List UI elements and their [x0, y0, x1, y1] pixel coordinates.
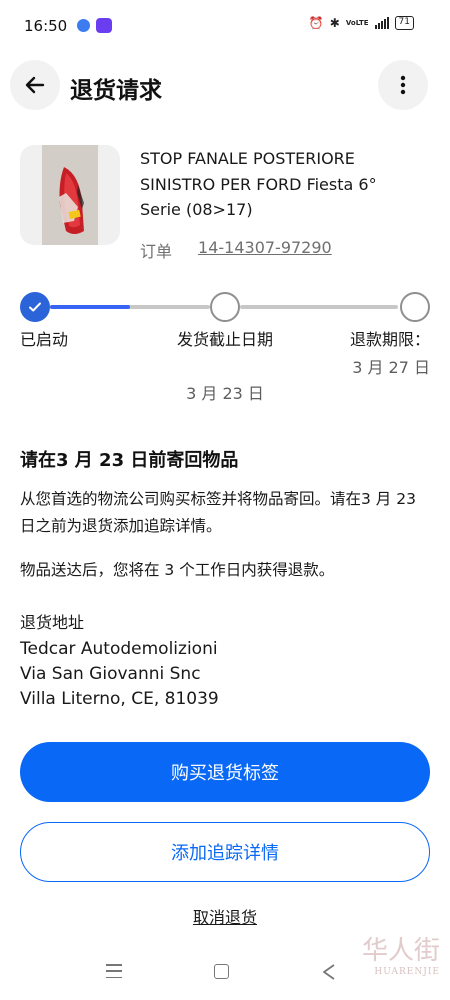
address-line-1: Tedcar Autodemolizioni — [20, 639, 218, 659]
progress-track-fill — [50, 305, 130, 309]
step-ship-deadline-label: 发货截止日期 — [176, 330, 273, 349]
return-address-label: 退货地址 — [20, 613, 85, 632]
more-vert-icon — [400, 75, 406, 95]
system-nav-bar — [0, 955, 450, 991]
page-title: 退货请求 — [70, 78, 162, 104]
app-notification-icon — [77, 19, 90, 32]
buy-return-label-text: 购买退货标签 — [171, 763, 279, 784]
step-started-label: 已启动 — [20, 330, 69, 349]
cancel-return-link[interactable]: 取消退货 — [193, 908, 257, 927]
item-title[interactable]: STOP FANALE POSTERIORE SINISTRO PER FORD… — [140, 146, 420, 223]
more-options-button[interactable] — [378, 60, 428, 110]
instructions-paragraph: 从您首选的物流公司购买标签并将物品寄回。请在3 月 23 日之前为退货添加追踪详… — [20, 490, 416, 535]
return-deadline-heading: 请在3 月 23 日前寄回物品 — [20, 450, 239, 471]
alarm-icon: ⏰ — [308, 16, 324, 30]
app-header: 退货请求 — [0, 58, 450, 114]
add-tracking-details-button[interactable]: 添加追踪详情 — [20, 822, 430, 882]
cancel-return-row: 取消退货 — [0, 904, 450, 928]
step-refund-deadline-label: 退款期限： — [349, 330, 430, 349]
order-label: 订单 — [140, 242, 173, 261]
return-progress-tracker: 已启动 发货截止日期 3 月 23 日 退款期限： 3 月 27 日 — [0, 290, 450, 410]
bluetooth-icon: ✱ — [329, 16, 340, 30]
status-bar: 16:50 ⏰ ✱ VoLTE 71 — [0, 0, 450, 52]
order-row: 订单 14-14307-97290 — [140, 238, 332, 262]
address-line-2: Via San Giovanni Snc — [20, 664, 201, 684]
volte-icon: VoLTE — [345, 18, 369, 27]
checkmark-icon — [29, 302, 41, 312]
app-notification-icon-2 — [96, 18, 112, 33]
back-button[interactable] — [10, 60, 60, 110]
add-tracking-details-text: 添加追踪详情 — [171, 843, 279, 864]
status-time: 16:50 — [24, 17, 68, 35]
nav-back-icon[interactable] — [320, 962, 338, 982]
item-thumbnail[interactable] — [20, 145, 120, 245]
status-icons: ⏰ ✱ VoLTE 71 — [309, 16, 414, 30]
signal-icon — [374, 17, 389, 29]
nav-home-icon[interactable] — [214, 964, 229, 979]
taillight-image — [42, 145, 98, 245]
step-ship-deadline-indicator — [210, 292, 240, 322]
back-arrow-icon — [25, 76, 45, 94]
refund-info-paragraph: 物品送达后，您将在 3 个工作日内获得退款。 — [20, 561, 335, 579]
step-ship-deadline-date: 3 月 23 日 — [186, 384, 264, 403]
step-refund-deadline-indicator — [400, 292, 430, 322]
battery-icon: 71 — [394, 16, 414, 30]
nav-menu-icon[interactable] — [106, 964, 122, 978]
progress-track-2 — [240, 305, 398, 309]
address-line-3: Villa Literno, CE, 81039 — [20, 689, 219, 709]
buy-return-label-button[interactable]: 购买退货标签 — [20, 742, 430, 802]
order-number-link[interactable]: 14-14307-97290 — [198, 238, 332, 262]
step-started-indicator — [20, 292, 50, 322]
step-refund-deadline-date: 3 月 27 日 — [352, 358, 430, 377]
